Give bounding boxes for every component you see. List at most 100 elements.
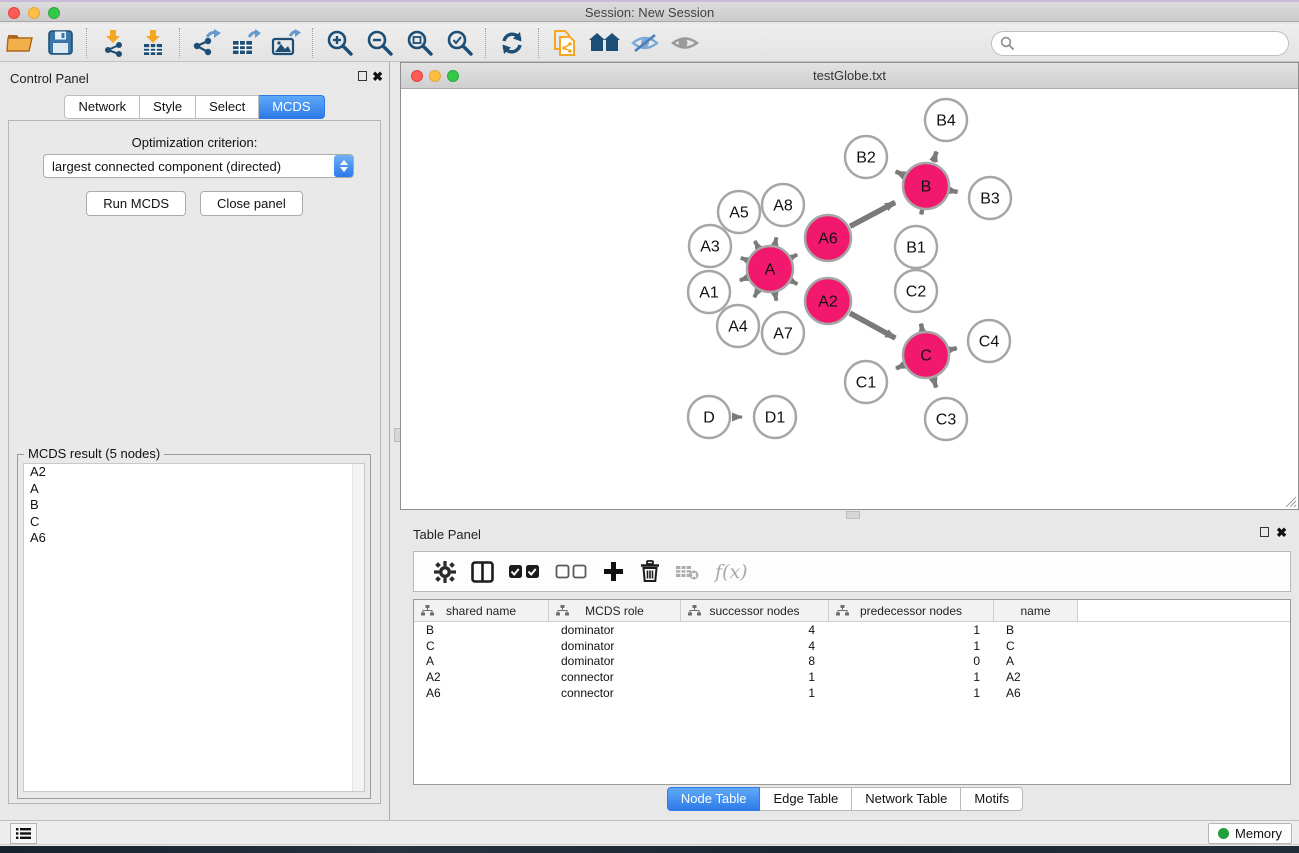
node-label-B: B	[921, 179, 932, 196]
close-panel-button[interactable]: Close panel	[200, 191, 303, 216]
edge-A-A3[interactable]	[741, 258, 747, 260]
hierarchy-icon	[421, 605, 434, 616]
table-cell: A6	[994, 686, 1078, 700]
node-table[interactable]: shared nameMCDS rolesuccessor nodesprede…	[413, 599, 1291, 785]
edge-C-C3[interactable]	[933, 379, 936, 388]
criterion-value: largest connected component (directed)	[44, 159, 334, 174]
edge-B-B3[interactable]	[951, 191, 958, 192]
zoom-fit-icon[interactable]	[399, 26, 439, 60]
toolbar-separator	[485, 28, 486, 58]
clone-network-icon[interactable]	[545, 26, 585, 60]
edge-A-A4[interactable]	[754, 291, 758, 297]
edge-A-A8[interactable]	[775, 237, 776, 244]
table-settings-icon[interactable]	[432, 558, 458, 586]
float-table-panel-icon[interactable]	[1260, 527, 1269, 537]
node-label-C2: C2	[906, 284, 927, 301]
task-history-button[interactable]	[10, 823, 37, 844]
node-label-D1: D1	[765, 410, 786, 427]
search-input[interactable]	[1015, 36, 1288, 51]
select-stepper-icon	[334, 155, 353, 177]
list-item[interactable]: C	[24, 514, 364, 531]
export-image-icon[interactable]	[266, 26, 306, 60]
edge-C-C4[interactable]	[950, 348, 956, 349]
tab-network-table[interactable]: Network Table	[852, 787, 961, 811]
close-panel-icon[interactable]: ✖	[372, 69, 383, 85]
zoom-in-icon[interactable]	[319, 26, 359, 60]
edge-C-C2[interactable]	[921, 324, 922, 331]
mcds-panel: Optimization criterion: largest connecte…	[8, 120, 381, 804]
list-item[interactable]: B	[24, 497, 364, 514]
tab-edge-table[interactable]: Edge Table	[760, 787, 852, 811]
node-label-B4: B4	[936, 113, 956, 130]
show-all-icon[interactable]	[665, 26, 705, 60]
add-column-icon[interactable]	[600, 558, 626, 586]
close-table-panel-icon[interactable]: ✖	[1276, 525, 1287, 541]
column-header-successor-nodes[interactable]: successor nodes	[681, 600, 829, 621]
optimization-criterion-label: Optimization criterion:	[9, 135, 380, 150]
select-all-icon[interactable]	[506, 558, 542, 586]
edge-A6-B[interactable]	[850, 202, 895, 226]
result-list-scrollbar[interactable]	[352, 464, 364, 791]
edge-B-B4[interactable]	[933, 152, 936, 162]
tab-node-table[interactable]: Node Table	[667, 787, 761, 811]
table-row[interactable]: A6connector11A6	[414, 685, 1290, 701]
edge-A2-C[interactable]	[850, 313, 895, 338]
edge-A-A5[interactable]	[755, 241, 758, 247]
table-row[interactable]: A2connector11A2	[414, 669, 1290, 685]
open-session-icon[interactable]	[0, 26, 40, 60]
edge-B-B2[interactable]	[896, 171, 904, 175]
network-canvas[interactable]: B4B2BB3A8A5A6A3B1AA1C2A2A4A7C4CC1C3DD1	[401, 89, 1298, 509]
table-row[interactable]: Cdominator41C	[414, 638, 1290, 654]
network-window-titlebar[interactable]: testGlobe.txt	[401, 63, 1298, 89]
list-item[interactable]: A2	[24, 464, 364, 481]
list-item[interactable]: A6	[24, 530, 364, 547]
table-row[interactable]: Bdominator41B	[414, 622, 1290, 638]
criterion-select[interactable]: largest connected component (directed)	[43, 154, 354, 178]
column-header-name[interactable]: name	[994, 600, 1078, 621]
table-row[interactable]: Adominator80A	[414, 654, 1290, 670]
list-item[interactable]: A	[24, 481, 364, 498]
edge-B-B1[interactable]	[921, 211, 922, 215]
table-panel-title: Table Panel	[413, 527, 481, 542]
zoom-out-icon[interactable]	[359, 26, 399, 60]
table-panel: Table Panel ✖ f(x) shared nameMCDS roles…	[391, 520, 1299, 815]
delete-column-icon[interactable]	[637, 558, 663, 586]
tab-motifs[interactable]: Motifs	[961, 787, 1023, 811]
column-header-MCDS-role[interactable]: MCDS role	[549, 600, 681, 621]
edge-A-A6[interactable]	[792, 254, 797, 257]
column-header-shared-name[interactable]: shared name	[414, 600, 549, 621]
toolbar-separator	[86, 28, 87, 58]
mcds-result-list[interactable]: A2ABCA6	[23, 463, 365, 792]
refresh-icon[interactable]	[492, 26, 532, 60]
tab-network[interactable]: Network	[64, 95, 140, 119]
hierarchy-icon	[556, 605, 569, 616]
window-resize-grip[interactable]	[1284, 495, 1297, 508]
edge-C-C1[interactable]	[896, 365, 903, 368]
export-network-icon[interactable]	[186, 26, 226, 60]
table-cell: A2	[994, 670, 1078, 684]
edge-A-A2[interactable]	[792, 281, 797, 284]
export-table-icon[interactable]	[226, 26, 266, 60]
memory-button[interactable]: Memory	[1208, 823, 1292, 844]
node-label-A7: A7	[773, 326, 793, 343]
split-columns-icon[interactable]	[469, 558, 495, 586]
edge-A-A1[interactable]	[740, 278, 747, 281]
import-network-icon[interactable]	[93, 26, 133, 60]
app-titlebar: Session: New Session	[0, 0, 1299, 22]
hide-selected-icon[interactable]	[625, 26, 665, 60]
save-session-icon[interactable]	[40, 26, 80, 60]
import-table-icon[interactable]	[133, 26, 173, 60]
search-box[interactable]	[991, 31, 1289, 56]
edge-A-A7[interactable]	[775, 293, 776, 300]
run-mcds-button[interactable]: Run MCDS	[86, 191, 186, 216]
deselect-all-icon[interactable]	[553, 558, 589, 586]
tab-mcds[interactable]: MCDS	[259, 95, 324, 119]
horizontal-splitter-grip[interactable]	[846, 511, 860, 519]
tab-select[interactable]: Select	[196, 95, 259, 119]
float-panel-icon[interactable]	[358, 71, 367, 81]
home-icon[interactable]	[585, 26, 625, 60]
node-label-C: C	[920, 348, 932, 365]
tab-style[interactable]: Style	[140, 95, 196, 119]
column-header-predecessor-nodes[interactable]: predecessor nodes	[829, 600, 994, 621]
zoom-selected-icon[interactable]	[439, 26, 479, 60]
